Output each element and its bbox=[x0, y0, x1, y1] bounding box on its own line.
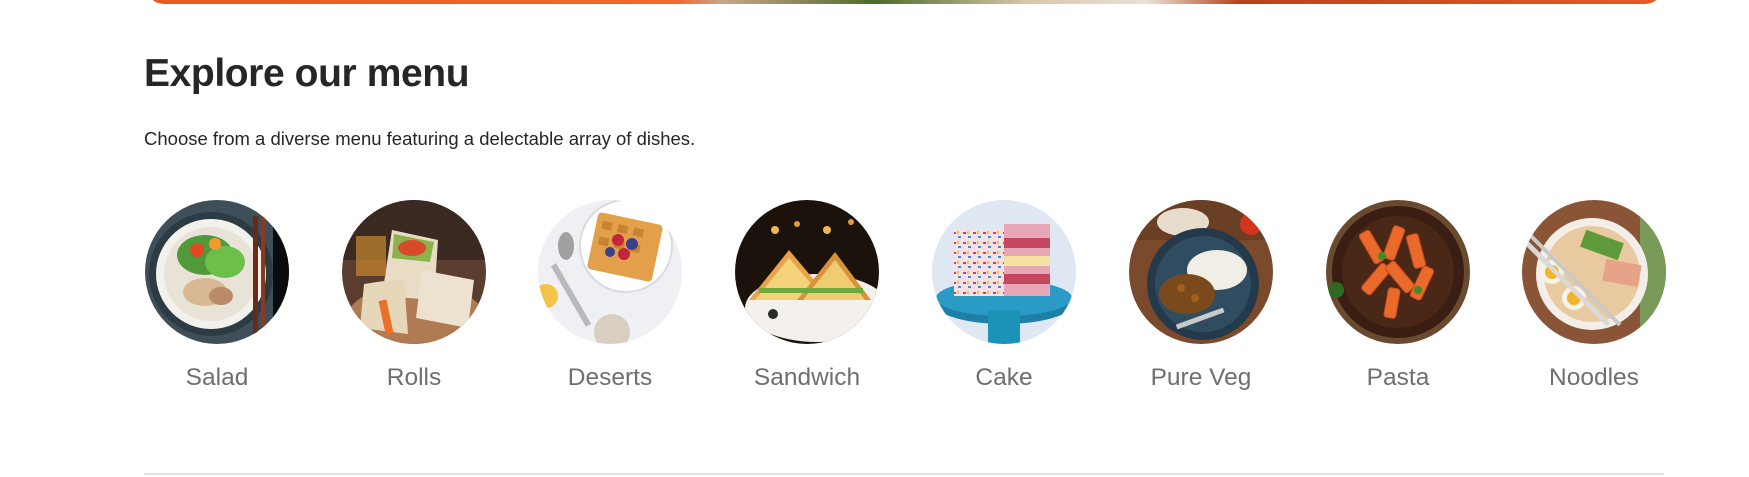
menu-item-label: Cake bbox=[975, 364, 1033, 391]
menu-item-label: Rolls bbox=[386, 364, 442, 391]
menu-item-rolls[interactable]: Rolls bbox=[341, 200, 487, 392]
menu-item-label: Salad bbox=[185, 364, 249, 391]
section-divider bbox=[144, 473, 1664, 475]
section-title: Explore our menu bbox=[144, 52, 470, 95]
menu-item-label: Noodles bbox=[1549, 364, 1639, 391]
menu-category-list: Salad Rolls Deserts Sandwich Cake Pure V… bbox=[144, 200, 1667, 400]
pasta-image[interactable] bbox=[1326, 200, 1470, 344]
menu-item-label: Pure Veg bbox=[1150, 364, 1252, 391]
menu-item-label: Sandwich bbox=[753, 364, 861, 391]
menu-item-pure-veg[interactable]: Pure Veg bbox=[1128, 200, 1274, 392]
pure-veg-image[interactable] bbox=[1129, 200, 1273, 344]
salad-image[interactable] bbox=[145, 200, 289, 344]
sandwich-image[interactable] bbox=[735, 200, 879, 344]
cake-image[interactable] bbox=[932, 200, 1076, 344]
menu-item-pasta[interactable]: Pasta bbox=[1325, 200, 1471, 392]
menu-item-salad[interactable]: Salad bbox=[144, 200, 290, 392]
menu-item-sandwich[interactable]: Sandwich bbox=[734, 200, 880, 392]
section-subtitle: Choose from a diverse menu featuring a d… bbox=[144, 128, 696, 149]
menu-item-cake[interactable]: Cake bbox=[931, 200, 1077, 392]
noodles-image[interactable] bbox=[1522, 200, 1666, 344]
menu-item-label: Pasta bbox=[1366, 364, 1430, 391]
hero-banner-bottom-edge bbox=[146, 0, 1663, 4]
rolls-image[interactable] bbox=[342, 200, 486, 344]
menu-item-noodles[interactable]: Noodles bbox=[1521, 200, 1667, 392]
deserts-image[interactable] bbox=[538, 200, 682, 344]
page: Explore our menu Choose from a diverse m… bbox=[0, 0, 1749, 477]
menu-item-label: Deserts bbox=[567, 364, 653, 391]
menu-item-deserts[interactable]: Deserts bbox=[537, 200, 683, 392]
